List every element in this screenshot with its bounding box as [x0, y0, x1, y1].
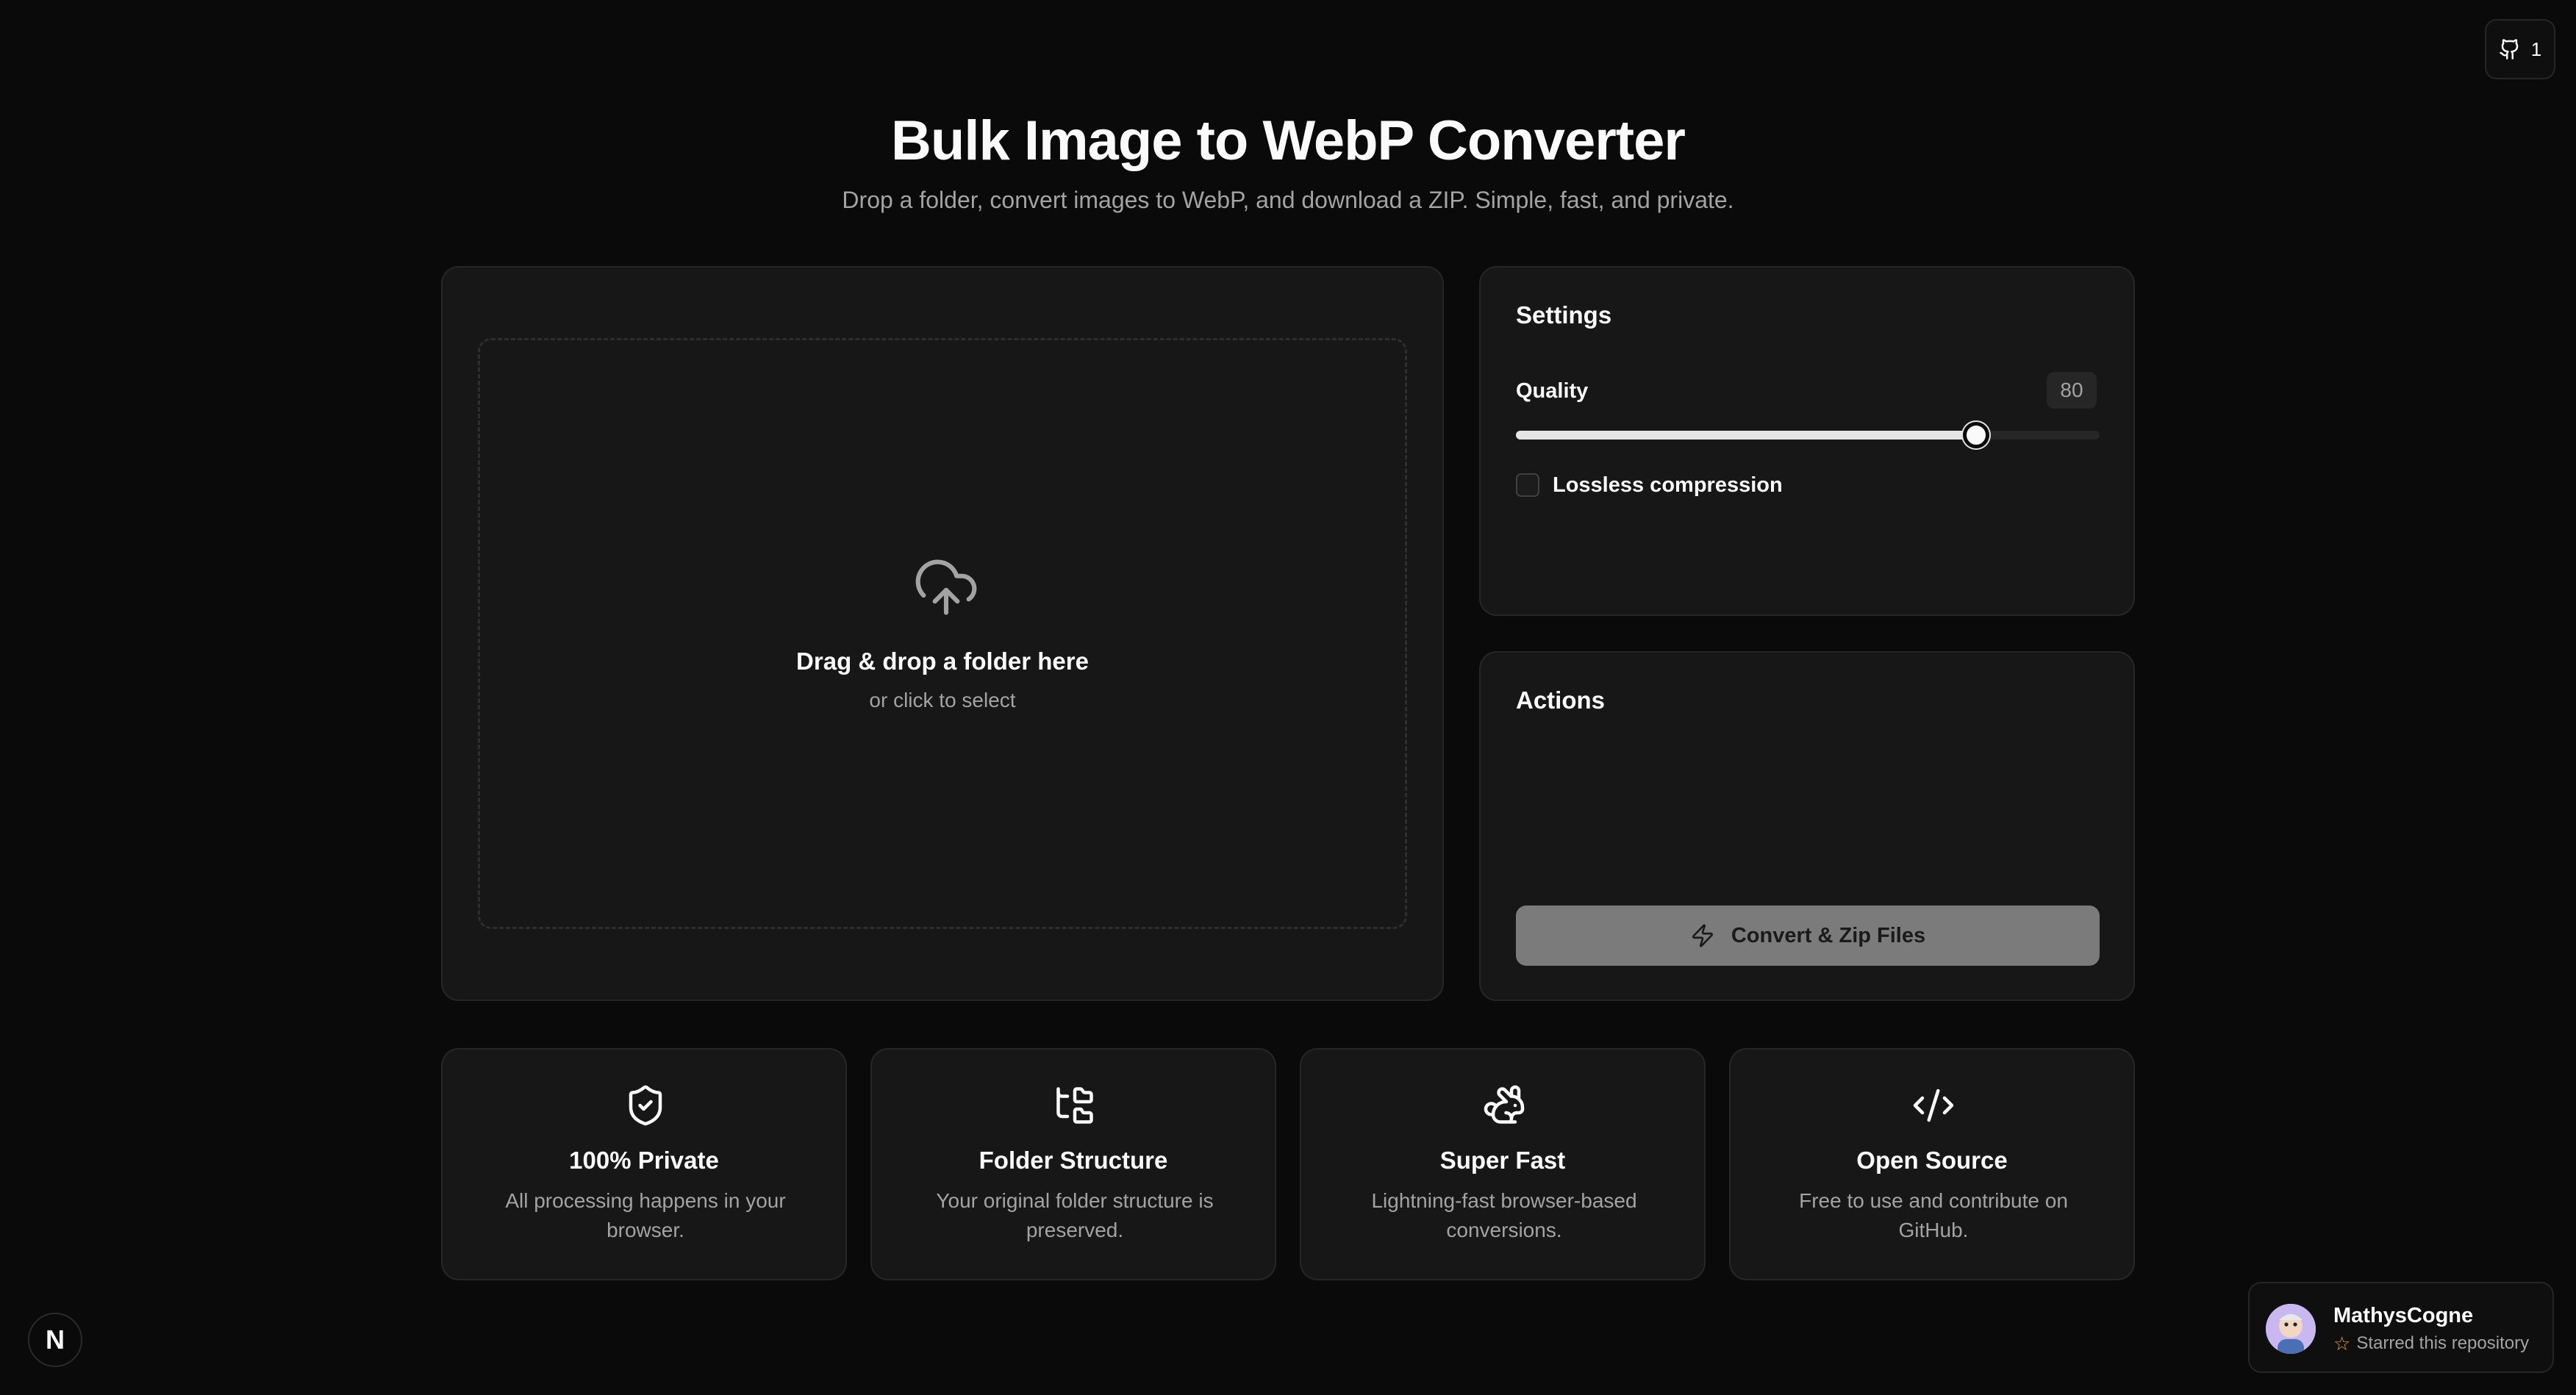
feature-card-folder-structure: Folder Structure Your original folder st…	[870, 1048, 1276, 1280]
zap-icon	[1692, 924, 1713, 947]
feature-card-private: 100% Private All processing happens in y…	[441, 1048, 847, 1280]
dropzone-subtitle: or click to select	[869, 689, 1016, 711]
feature-title: Folder Structure	[978, 1147, 1168, 1174]
feature-title: 100% Private	[569, 1147, 719, 1174]
github-stars-button[interactable]: 1	[2485, 19, 2555, 79]
feature-description: Your original folder structure is preser…	[936, 1189, 1214, 1241]
quality-value-badge: 80	[2047, 372, 2097, 409]
lossless-label[interactable]: Lossless compression	[1553, 473, 1783, 497]
github-icon	[2500, 39, 2519, 60]
convert-zip-button[interactable]: Convert & Zip Files	[1516, 906, 2100, 966]
convert-zip-label: Convert & Zip Files	[1731, 923, 1926, 947]
feature-title: Open Source	[1856, 1147, 2008, 1174]
cloud-upload-icon	[915, 559, 977, 615]
avatar-image	[2266, 1304, 2316, 1354]
settings-card: Settings Quality 80 Lossless compression	[1479, 266, 2135, 616]
feature-description: Free to use and contribute on GitHub.	[1799, 1189, 2068, 1241]
dropzone-title: Drag & drop a folder here	[796, 648, 1089, 675]
star-notification-toast[interactable]: MathysCogne ☆ Starred this repository	[2248, 1282, 2554, 1373]
shield-check-icon	[629, 1085, 662, 1126]
quality-slider-fill	[1516, 431, 1976, 440]
quality-label: Quality	[1516, 379, 1589, 403]
nextjs-logo-icon: N	[46, 1324, 65, 1355]
feature-description: Lightning-fast browser-based conversions…	[1371, 1189, 1637, 1241]
page-title: Bulk Image to WebP Converter	[891, 110, 1686, 172]
nextjs-dev-indicator[interactable]: N	[28, 1313, 82, 1367]
toast-action-row: ☆ Starred this repository	[2333, 1333, 2529, 1354]
folder-tree-icon	[1056, 1087, 1093, 1124]
feature-title: Super Fast	[1439, 1147, 1566, 1174]
page-subtitle: Drop a folder, convert images to WebP, a…	[842, 187, 1734, 213]
actions-card: Actions Convert & Zip Files	[1479, 651, 2135, 1001]
toast-action-text: Starred this repository	[2356, 1333, 2530, 1353]
quality-slider-thumb[interactable]	[1962, 422, 1989, 448]
github-stars-count: 1	[2530, 37, 2542, 60]
page: 1 Bulk Image to WebP Converter Drop a fo…	[0, 0, 2576, 1395]
feature-card-open-source: Open Source Free to use and contribute o…	[1729, 1048, 2135, 1280]
star-icon: ☆	[2333, 1333, 2351, 1355]
settings-title: Settings	[1516, 301, 1612, 329]
actions-title: Actions	[1516, 686, 1606, 714]
lossless-checkbox[interactable]	[1516, 473, 1539, 497]
folder-dropzone[interactable]: Drag & drop a folder here or click to se…	[478, 338, 1407, 929]
rabbit-icon	[1484, 1085, 1525, 1124]
toast-username: MathysCogne	[2333, 1304, 2474, 1327]
upload-card: Drag & drop a folder here or click to se…	[441, 266, 1444, 1001]
avatar	[2266, 1304, 2316, 1354]
feature-description: All processing happens in your browser.	[505, 1189, 786, 1241]
quality-slider[interactable]	[1516, 422, 2100, 448]
code-icon	[1913, 1089, 1954, 1122]
feature-card-super-fast: Super Fast Lightning-fast browser-based …	[1300, 1048, 1706, 1280]
